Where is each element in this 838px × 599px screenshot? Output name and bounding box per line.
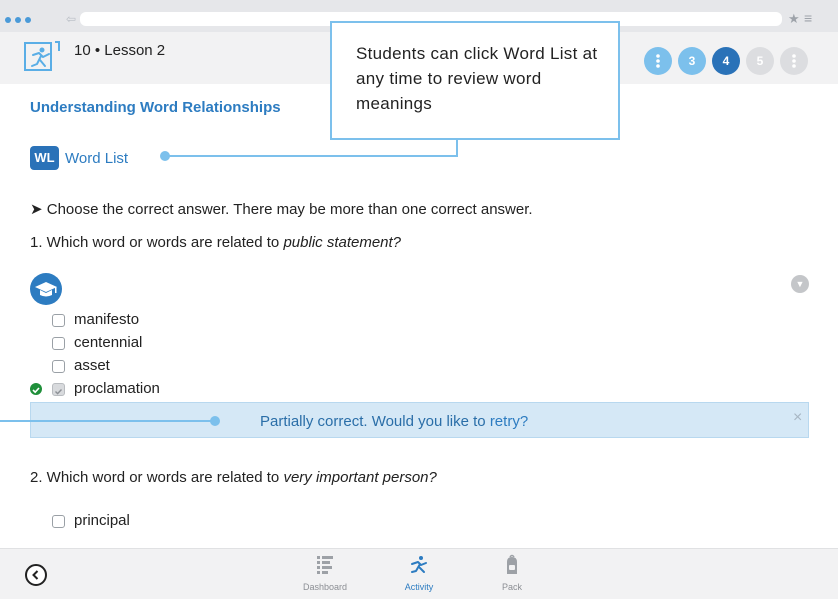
question-1: 1. Which word or words are related to pu… [30,234,401,251]
ellipsis-vertical-icon [656,54,660,68]
graduation-cap-icon[interactable] [30,273,62,305]
dashboard-icon [317,556,333,574]
pack-icon [507,554,517,574]
option-label: centennial [74,334,143,351]
step-4-button[interactable]: 4 [712,47,740,75]
correct-check-icon [30,383,42,395]
step-more-button[interactable] [780,47,808,75]
checkbox-checked[interactable] [52,383,65,396]
nav-dashboard[interactable]: Dashboard [295,553,355,592]
nav-activity[interactable]: Activity [389,553,449,592]
feedback-connector-line [0,420,215,422]
chevron-down-icon[interactable]: ▼ [791,275,809,293]
step-3-button[interactable]: 3 [678,47,706,75]
window-close-dot[interactable] [5,17,11,23]
window-zoom-dot[interactable] [25,17,31,23]
close-icon[interactable]: × [793,409,802,427]
word-list-link[interactable]: Word List [65,150,128,167]
step-5-button[interactable]: 5 [746,47,774,75]
option-label: asset [74,357,110,374]
nav-label: Pack [501,582,522,592]
instruction-text: Choose the correct answer. There may be … [46,201,533,218]
option-label: manifesto [74,311,140,328]
checkmark-glyph [55,389,63,395]
ellipsis-vertical-icon [792,54,796,68]
question-2-prefix: 2. Which word or words are related to [30,469,284,486]
menu-icon[interactable]: ≡ [804,10,812,26]
question-2: 2. Which word or words are related to ve… [30,469,437,486]
retry-link[interactable]: retry? [490,413,528,430]
checkbox[interactable] [52,337,65,350]
app-logo-icon [24,41,60,71]
chevron-left-icon [32,570,39,580]
callout-connector-line [165,155,458,157]
option-label: principal [74,512,130,529]
graduation-cap-glyph [35,282,57,297]
activity-icon [411,556,427,573]
option-label: proclamation [74,380,160,397]
annotation-callout: Students can click Word List at any time… [330,21,620,140]
word-list-icon[interactable]: WL [30,146,59,170]
back-arrow-icon[interactable]: ⇦ [66,12,76,26]
page-title: Understanding Word Relationships [30,99,281,116]
checkbox[interactable] [52,314,65,327]
checkbox[interactable] [52,360,65,373]
question-1-prefix: 1. Which word or words are related to [30,234,284,251]
star-icon[interactable]: ★ [788,11,800,27]
checkbox[interactable] [52,515,65,528]
question-1-term: public statement? [283,234,402,251]
nav-pack[interactable]: Pack [482,553,542,592]
app-window: ⇦ ★ ≡ 10 • Lesson 2 3 4 5 Understanding … [0,0,838,599]
feedback-text: Partially correct. Would you like to ret… [260,413,528,430]
arrow-right-icon: ➤ [30,201,43,218]
step-info-button[interactable] [644,47,672,75]
back-button[interactable] [25,564,47,586]
checkmark-glyph [32,387,40,394]
callout-connector-line [456,140,458,157]
instruction: ➤ Choose the correct answer. There may b… [30,200,533,218]
callout-text: Students can click Word List at any time… [356,44,598,113]
lesson-label: 10 • Lesson 2 [74,42,166,59]
nav-label: Dashboard [302,582,348,592]
feedback-pointer-dot [210,416,220,426]
nav-label: Activity [404,582,434,592]
question-2-term: very important person? [283,469,437,486]
feedback-message: Partially correct. Would you like to [260,413,490,430]
window-minimize-dot[interactable] [15,17,21,23]
